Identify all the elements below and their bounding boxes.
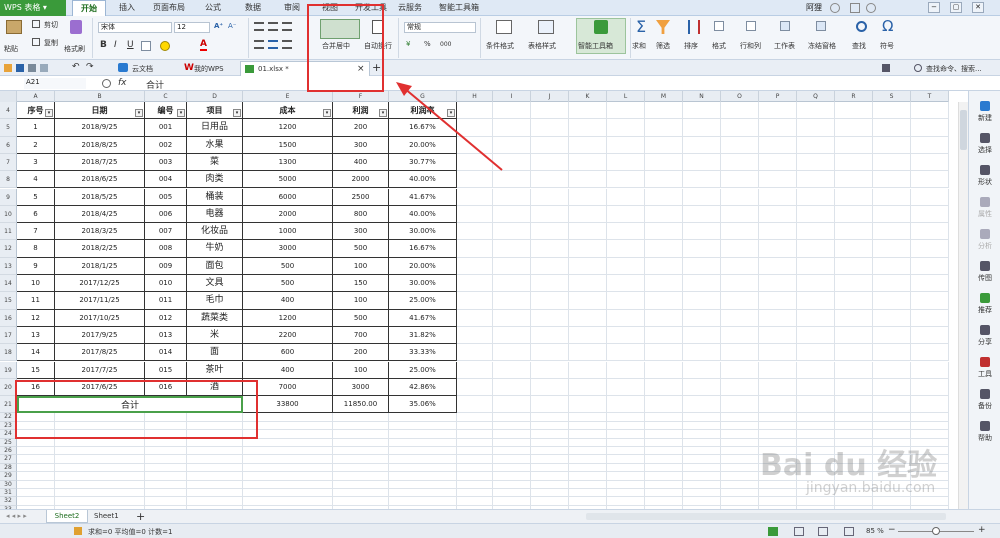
annotation-arrow <box>396 82 503 171</box>
annotation-arrow-line <box>403 87 503 171</box>
